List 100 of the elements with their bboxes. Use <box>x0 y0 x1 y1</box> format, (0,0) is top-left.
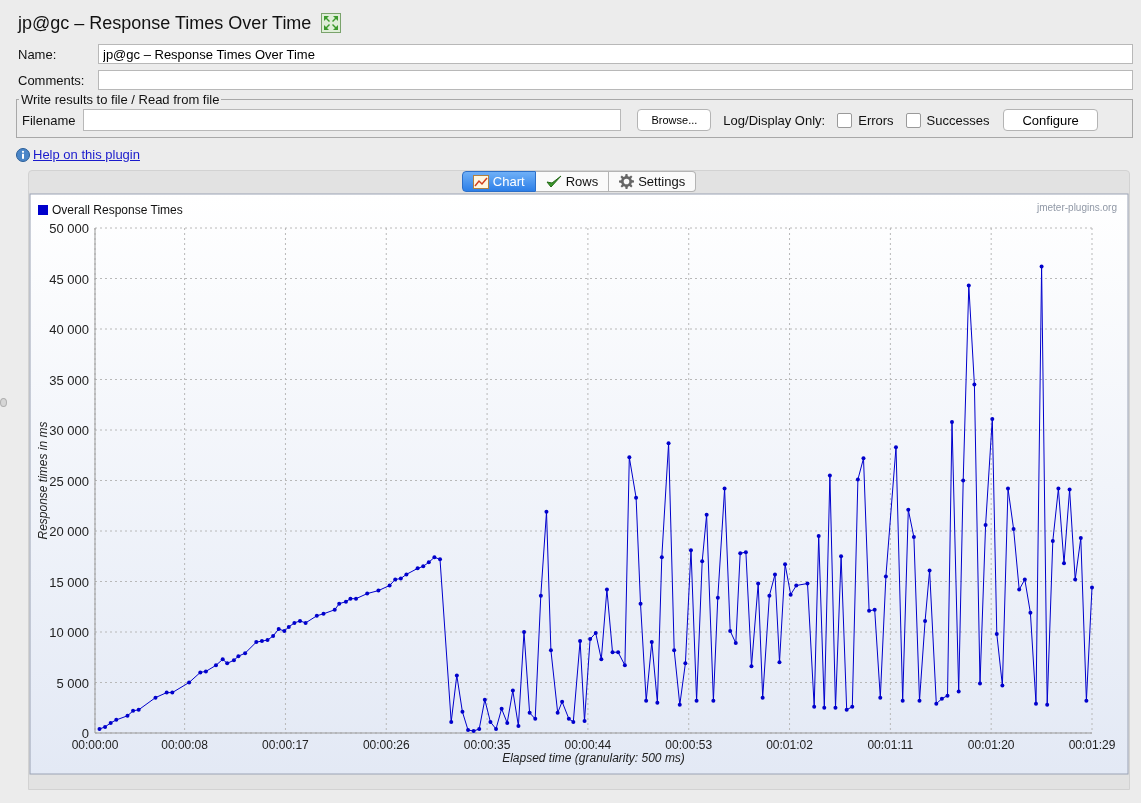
data-point <box>555 710 560 715</box>
data-point <box>1000 683 1005 688</box>
data-point <box>494 726 499 731</box>
data-point <box>1067 487 1072 492</box>
data-point <box>578 639 583 644</box>
data-point <box>883 574 888 579</box>
log-display-label: Log/Display Only: <box>723 112 826 128</box>
help-link[interactable]: Help on this plugin <box>33 147 140 162</box>
checkbox[interactable] <box>837 112 853 128</box>
data-point <box>1034 701 1038 706</box>
data-point <box>1045 702 1050 707</box>
filename-label: Filename <box>22 112 76 128</box>
data-point <box>672 648 677 653</box>
data-point <box>460 709 465 714</box>
data-point <box>505 720 510 725</box>
data-point <box>1006 486 1010 491</box>
x-tick-label: 00:01:29 <box>1068 738 1116 752</box>
data-point <box>688 548 693 553</box>
data-point <box>956 689 961 694</box>
data-point <box>839 554 844 559</box>
watermark-text: jmeter-plugins.org <box>1036 202 1117 213</box>
data-point <box>728 629 733 633</box>
data-point <box>756 581 761 586</box>
data-point <box>659 555 664 560</box>
data-point <box>153 695 158 700</box>
splitter-handle[interactable] <box>0 398 7 407</box>
data-point <box>1056 486 1061 491</box>
filename-field[interactable] <box>83 109 622 131</box>
x-tick-label: 00:01:20 <box>967 738 1015 752</box>
data-point <box>816 534 821 539</box>
data-point <box>1050 539 1055 544</box>
data-point <box>861 456 866 461</box>
data-point <box>978 681 982 686</box>
data-point <box>711 698 716 703</box>
x-tick-label: 00:00:35 <box>463 738 511 752</box>
data-point <box>548 648 553 653</box>
data-point <box>923 618 928 623</box>
data-point <box>644 698 649 703</box>
group-title: Write results to file / Read from file <box>20 92 221 107</box>
data-point <box>1078 536 1083 541</box>
data-point <box>949 419 954 424</box>
data-point <box>1022 577 1027 582</box>
data-point <box>906 507 911 512</box>
data-point <box>365 591 370 596</box>
data-point <box>677 702 682 707</box>
data-point <box>733 641 738 646</box>
x-tick-label: 00:00:17 <box>262 738 309 752</box>
x-tick-label: 00:01:02 <box>766 738 813 752</box>
data-point <box>994 632 999 636</box>
checkbox[interactable] <box>905 112 921 128</box>
x-tick-label: 00:00:44 <box>564 738 612 752</box>
y-tick-label: 35 000 <box>49 372 89 388</box>
data-point <box>833 705 838 710</box>
data-point <box>700 559 705 564</box>
data-point <box>812 704 817 709</box>
data-point <box>878 695 883 700</box>
data-point <box>961 478 966 483</box>
configure-button[interactable]: Configure <box>1003 109 1098 131</box>
y-tick-label: 10 000 <box>49 625 89 640</box>
y-tick-label: 30 000 <box>49 423 89 438</box>
data-point <box>983 522 988 527</box>
gear-icon <box>619 174 635 189</box>
data-point <box>911 535 916 540</box>
data-point <box>449 719 454 724</box>
data-point <box>510 688 515 693</box>
data-point <box>767 593 772 598</box>
data-point <box>794 583 799 588</box>
browse-button[interactable]: Browse... <box>637 109 712 131</box>
data-point <box>822 705 827 710</box>
expand-icon[interactable] <box>321 13 342 33</box>
data-point <box>972 382 977 387</box>
name-field[interactable]: jp@gc – Response Times Over Time <box>98 44 1133 64</box>
data-point <box>900 698 905 703</box>
comments-field[interactable] <box>98 70 1133 90</box>
data-point <box>715 595 720 600</box>
data-point <box>1090 585 1094 590</box>
data-point <box>1028 610 1033 615</box>
y-tick-label: 40 000 <box>49 322 89 337</box>
legend-label: Overall Response Times <box>52 203 183 217</box>
data-point <box>649 640 654 645</box>
data-point <box>760 695 765 700</box>
data-point <box>966 283 971 288</box>
data-point <box>314 613 319 618</box>
data-point <box>499 706 504 711</box>
data-point <box>777 660 782 665</box>
data-point <box>599 657 604 662</box>
y-tick-label: 25 000 <box>49 473 89 489</box>
checkbox-label: Errors <box>858 112 894 128</box>
data-point <box>376 588 381 593</box>
data-point <box>1011 527 1016 531</box>
data-point <box>990 416 995 421</box>
x-tick-label: 00:00:53 <box>665 738 713 752</box>
tab[interactable]: Settings <box>609 171 697 192</box>
x-tick-label: 00:00:08 <box>161 738 208 752</box>
tab[interactable]: Rows <box>535 171 610 192</box>
data-point <box>893 445 898 450</box>
x-tick-label: 00:00:26 <box>362 738 410 752</box>
data-point <box>604 587 609 592</box>
data-point <box>516 723 521 728</box>
chart-icon <box>472 174 489 189</box>
